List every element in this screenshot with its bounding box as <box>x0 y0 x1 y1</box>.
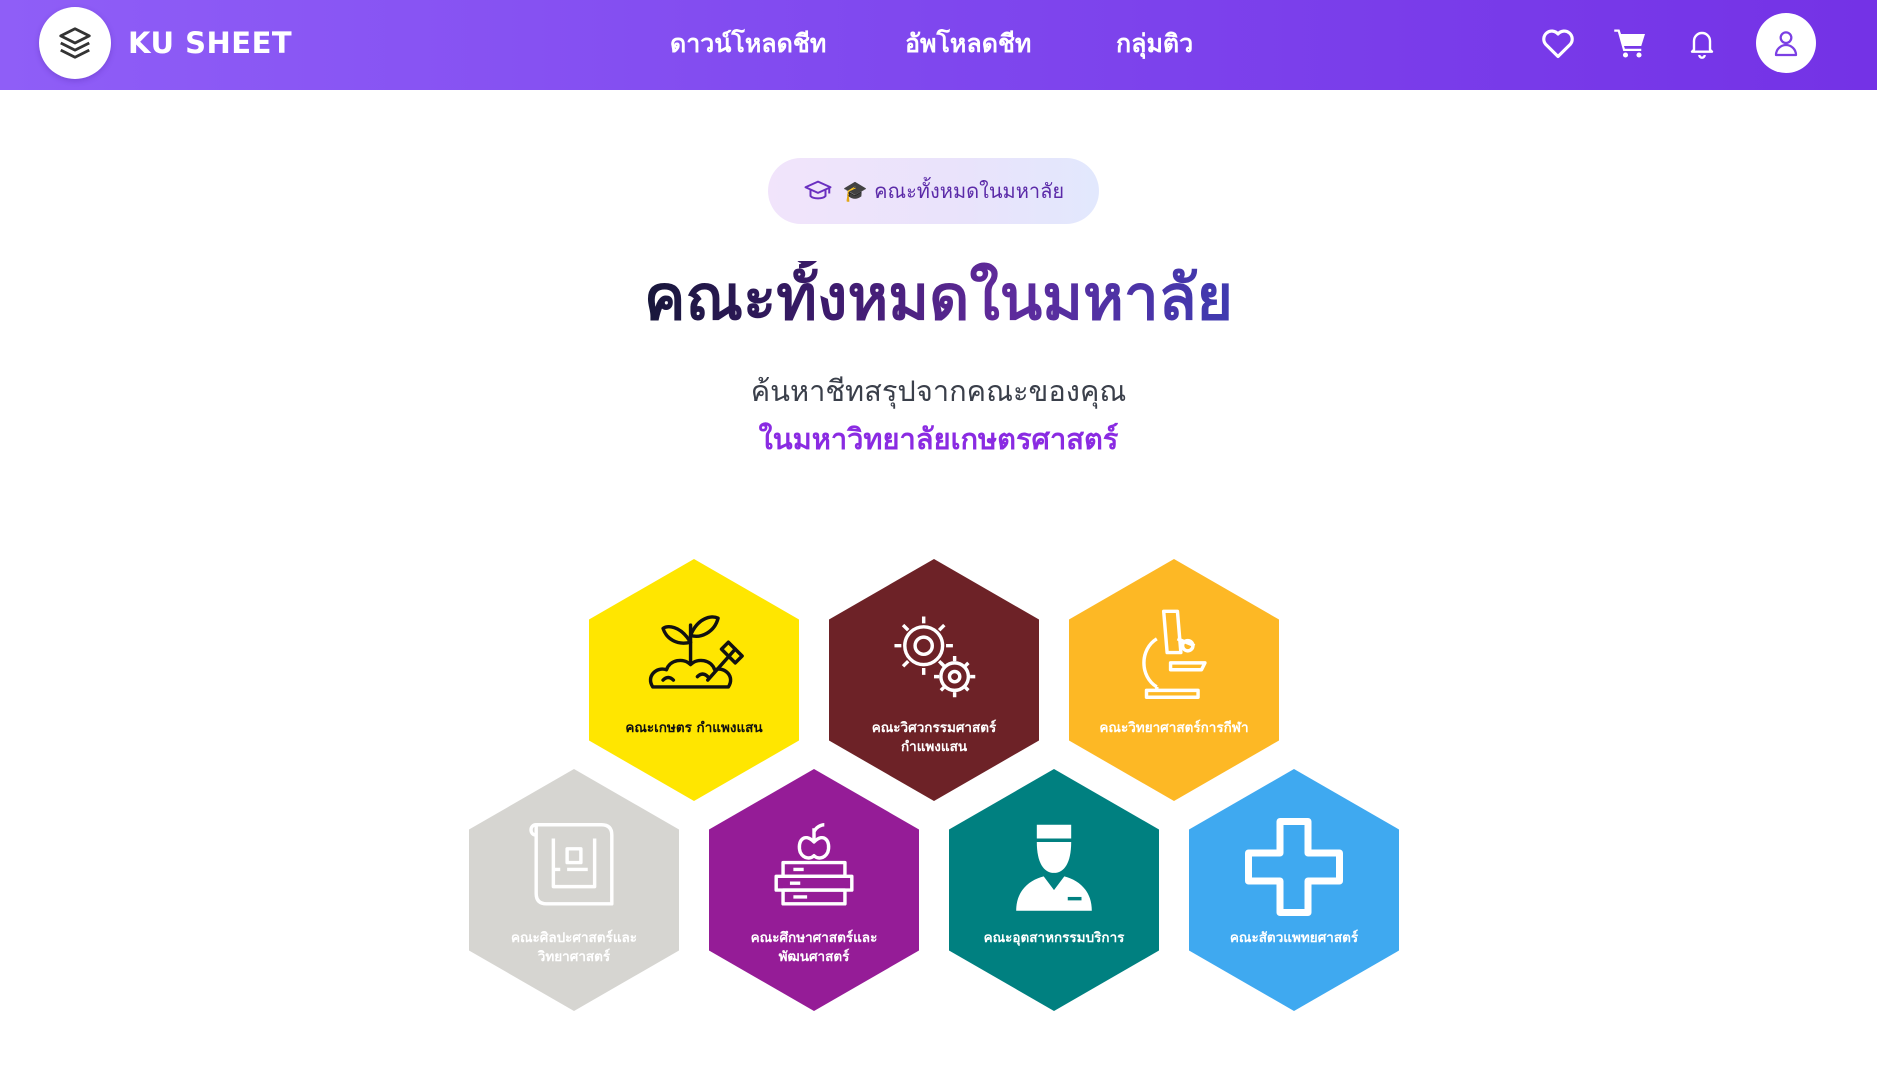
page-title: คณะทั้งหมดในมหาลัย <box>0 250 1877 346</box>
blueprint-icon <box>529 823 614 906</box>
books-apple-icon <box>774 823 854 906</box>
user-icon <box>1774 31 1798 57</box>
faculty-label-line2: พัฒนศาสตร์ <box>778 949 850 965</box>
brand-name[interactable]: KU SHEET <box>128 23 292 63</box>
faculty-label-line1: คณะวิทยาศาสตร์การกีฬา <box>1099 720 1249 736</box>
faculty-label-line2: กำแพงแสน <box>900 739 968 755</box>
page-subtitle-highlight: ในมหาวิทยาลัยเกษตรศาสตร์ <box>758 422 1119 456</box>
faculty-label: คณะวิศวกรรมศาสตร์ กำแพงแสน <box>851 719 1017 757</box>
faculty-engineering-kps[interactable]: คณะวิศวกรรมศาสตร์ กำแพงแสน <box>829 559 1039 801</box>
nav-upload-sheet[interactable]: อัพโหลดชีท <box>905 24 1031 64</box>
page-title-text: คณะทั้งหมดในมหาลัย <box>644 261 1233 334</box>
faculty-label: คณะศิลปะศาสตร์และ วิทยาศาสตร์ <box>491 929 657 967</box>
faculty-label: คณะอุตสาหกรรมบริการ <box>971 929 1137 948</box>
favorites-button[interactable] <box>1537 22 1579 64</box>
faculty-service-industry[interactable]: คณะอุตสาหกรรมบริการ <box>949 769 1159 1011</box>
graduation-cap-icon <box>804 180 832 200</box>
faculty-label-line2: วิทยาศาสตร์ <box>537 949 611 965</box>
faculty-label-line1: คณะศิลปะศาสตร์และ <box>510 930 638 946</box>
cart-button[interactable] <box>1609 22 1651 64</box>
nav-tutoring-group[interactable]: กลุ่มติว <box>1116 24 1193 64</box>
cart-icon <box>1614 29 1645 58</box>
profile-button[interactable] <box>1756 13 1816 73</box>
logo[interactable] <box>39 7 111 79</box>
faculty-label-line1: คณะสัตวแพทยศาสตร์ <box>1229 930 1359 946</box>
badge-label: 🎓 คณะทั้งหมดในมหาลัย <box>842 179 1065 203</box>
faculty-label-line1: คณะอุตสาหกรรมบริการ <box>983 930 1125 946</box>
plant-shovel-icon <box>648 615 744 689</box>
gears-icon <box>894 616 976 698</box>
top-navbar: KU SHEET ดาวน์โหลดชีท อัพโหลดชีท กลุ่มติ… <box>0 0 1877 90</box>
section-badge: 🎓 คณะทั้งหมดในมหาลัย <box>768 158 1099 224</box>
faculty-label: คณะสัตวแพทยศาสตร์ <box>1211 929 1377 948</box>
page: KU SHEET ดาวน์โหลดชีท อัพโหลดชีท กลุ่มติ… <box>0 0 1877 1069</box>
microscope-icon <box>1142 609 1207 699</box>
faculty-label: คณะศึกษาศาสตร์และ พัฒนศาสตร์ <box>731 929 897 967</box>
page-subtitle: ค้นหาชีทสรุปจากคณะของคุณ <box>750 374 1127 408</box>
faculty-label-line1: คณะเกษตร กำแพงแสน <box>625 720 763 736</box>
layers-icon <box>59 27 91 59</box>
faculty-label-line1: คณะศึกษาศาสตร์และ <box>750 930 878 946</box>
faculty-veterinary-medicine[interactable]: คณะสัตวแพทยศาสตร์ <box>1189 769 1399 1011</box>
faculty-label-line1: คณะวิศวกรรมศาสตร์ <box>871 720 997 736</box>
faculty-liberal-arts-science[interactable]: คณะศิลปะศาสตร์และ วิทยาศาสตร์ <box>469 769 679 1011</box>
faculty-education-development[interactable]: คณะศึกษาศาสตร์และ พัฒนศาสตร์ <box>709 769 919 1011</box>
heart-icon <box>1542 29 1574 59</box>
faculty-label: คณะวิทยาศาสตร์การกีฬา <box>1091 719 1257 738</box>
faculty-sports-science[interactable]: คณะวิทยาศาสตร์การกีฬา <box>1069 559 1279 801</box>
faculty-label: คณะเกษตร กำแพงแสน <box>611 719 777 738</box>
medical-cross-icon <box>1245 818 1343 916</box>
notifications-button[interactable] <box>1681 22 1723 64</box>
bell-icon <box>1690 31 1714 59</box>
faculty-agriculture-kps[interactable]: คณะเกษตร กำแพงแสน <box>589 559 799 801</box>
nav-download-sheet[interactable]: ดาวน์โหลดชีท <box>670 24 826 64</box>
waiter-icon <box>1016 824 1092 911</box>
